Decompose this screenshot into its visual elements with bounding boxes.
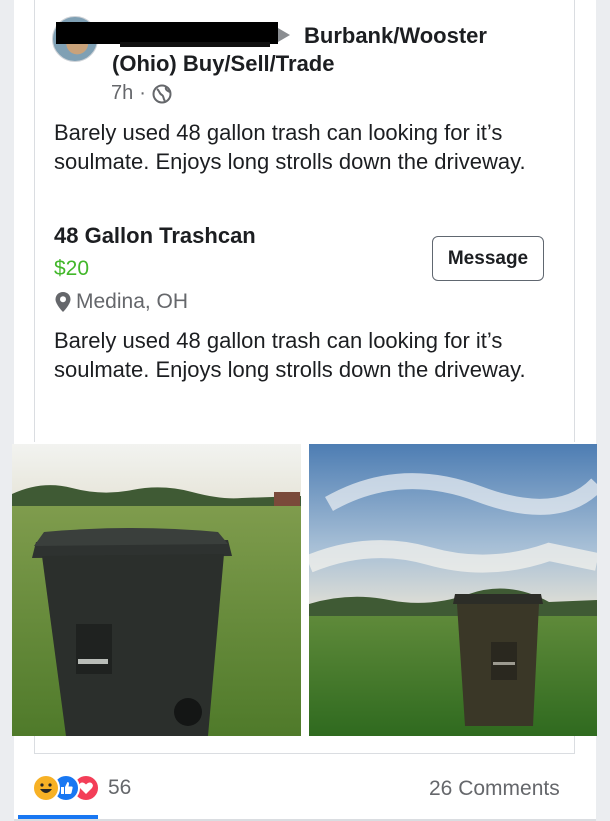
group-name-line1[interactable]: Burbank/Wooster xyxy=(304,22,487,50)
group-name-line2[interactable]: (Ohio) Buy/Sell/Trade xyxy=(112,50,334,78)
photo-trashcan-closeup[interactable] xyxy=(12,444,301,736)
redacted-author-name-tail xyxy=(120,42,270,47)
right-gutter xyxy=(596,0,610,821)
haha-icon xyxy=(32,774,60,802)
reaction-count: 56 xyxy=(108,776,132,799)
listing-title: 48 Gallon Trashcan xyxy=(54,223,256,248)
redacted-author-name xyxy=(56,22,278,44)
listing-price: $20 xyxy=(54,257,90,280)
listing-card-bottom xyxy=(34,736,575,754)
post-text: Barely used 48 gallon trash can looking … xyxy=(54,120,526,174)
globe-icon xyxy=(152,84,172,103)
shared-to-arrow-icon xyxy=(278,28,290,42)
listing-location-text: Medina, OH xyxy=(76,290,189,313)
post-meta: 7h · xyxy=(111,82,172,105)
reactions-summary[interactable]: 56 xyxy=(32,774,131,802)
listing-description: Barely used 48 gallon trash can looking … xyxy=(54,328,526,382)
message-button[interactable]: Message xyxy=(432,236,544,281)
meta-separator: · xyxy=(139,82,146,104)
comments-count-link[interactable]: 26 Comments xyxy=(429,777,560,801)
photo-trashcan-landscape[interactable] xyxy=(309,444,597,736)
post-time[interactable]: 7h xyxy=(111,82,133,105)
map-pin-icon xyxy=(55,292,71,312)
listing-location: Medina, OH xyxy=(54,290,188,314)
